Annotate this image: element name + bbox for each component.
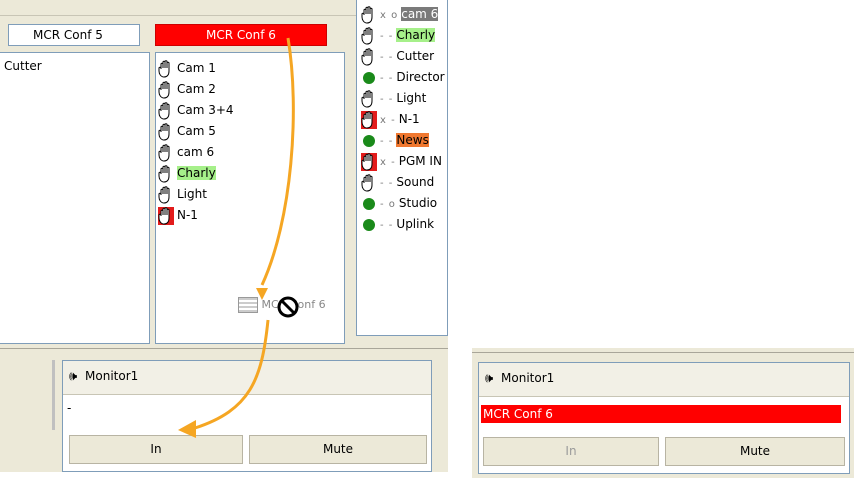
in-button[interactable]: In bbox=[483, 437, 659, 466]
right-screenshot: 🕪 Monitor1 MCR Conf 6 In Mute bbox=[472, 348, 854, 478]
monitor-title: Monitor1 bbox=[501, 371, 555, 385]
right-screenshot-separator bbox=[472, 348, 854, 353]
monitor-value: MCR Conf 6 bbox=[481, 405, 841, 423]
mute-button[interactable]: Mute bbox=[665, 437, 845, 466]
drag-arrow bbox=[178, 37, 295, 438]
monitor-panel-right: 🕪 Monitor1 MCR Conf 6 In Mute bbox=[478, 362, 850, 474]
speaker-icon: 🕪 bbox=[485, 371, 494, 386]
left-screenshot: MCR Conf 5 MCR Conf 6 Cutter Cam 1 Cam 2C… bbox=[0, 0, 448, 472]
monitor-header: 🕪 Monitor1 bbox=[479, 363, 849, 397]
